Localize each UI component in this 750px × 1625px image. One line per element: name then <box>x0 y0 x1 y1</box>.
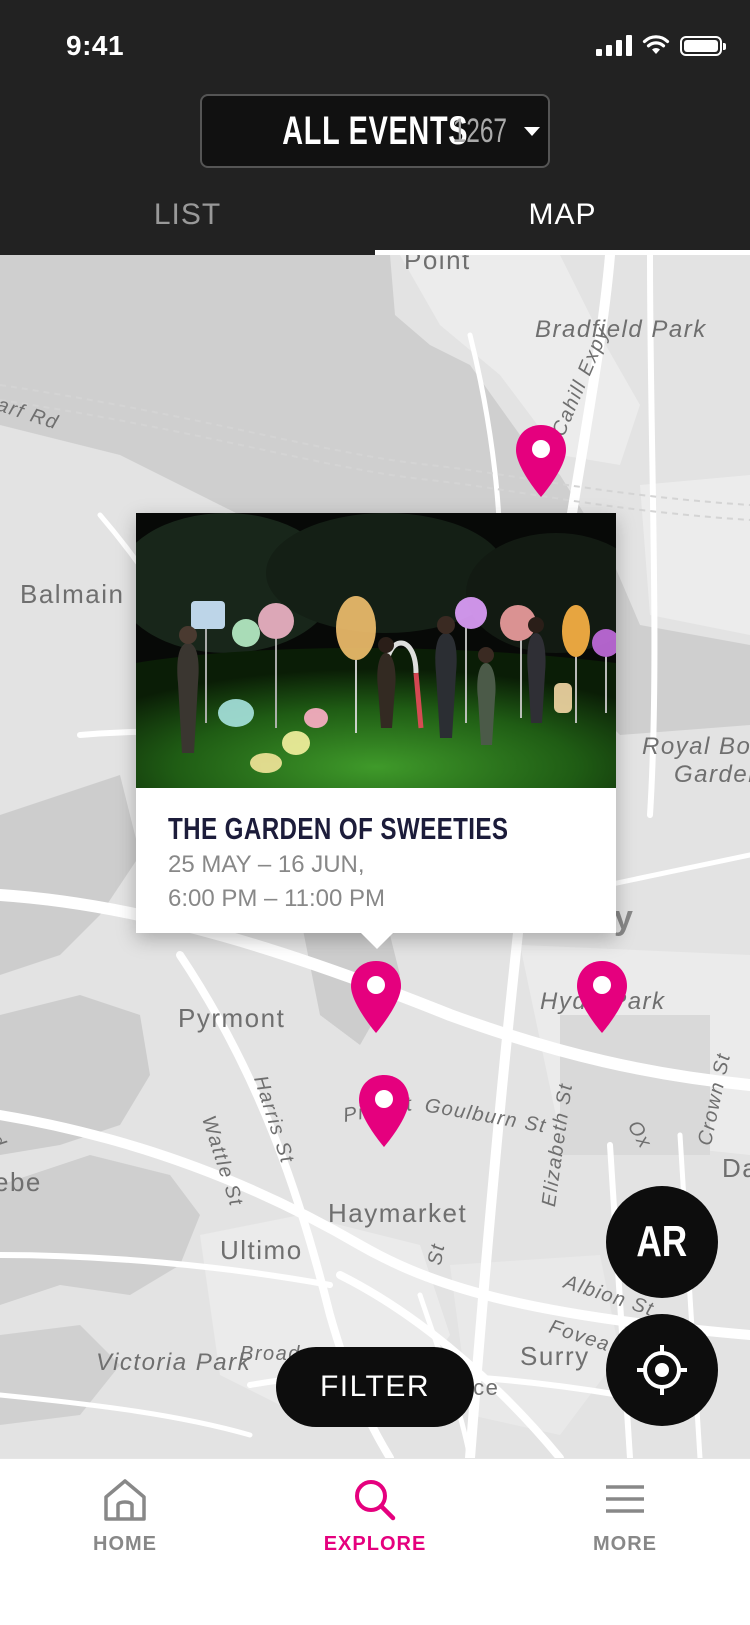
nav-home[interactable]: HOME <box>0 1459 250 1625</box>
view-tabs: LIST MAP <box>0 190 750 255</box>
event-pin[interactable] <box>575 959 629 1035</box>
event-category-label: ALL EVENTS <box>282 108 469 153</box>
map-label-victoria-park: Victoria Park <box>96 1349 252 1376</box>
map-label-royal-botanic: Royal Bo <box>642 733 750 760</box>
event-title: THE GARDEN OF SWEETIES <box>168 811 509 846</box>
event-image <box>136 513 616 788</box>
map-label-balmain: Balmain <box>20 579 125 609</box>
ar-button[interactable]: AR <box>606 1186 718 1298</box>
nav-home-label: HOME <box>93 1533 157 1555</box>
map-label-pyrmont: Pyrmont <box>178 1003 286 1033</box>
ar-button-label: AR <box>636 1217 688 1266</box>
app-header: 9:41 ALL EVENTS 1267 LIST MAP <box>0 0 750 255</box>
chevron-down-icon <box>523 126 540 136</box>
tab-list[interactable]: LIST <box>0 190 375 255</box>
event-pin[interactable] <box>357 1073 411 1149</box>
map-label-darlinghurst: Da <box>722 1153 750 1183</box>
event-count: 1267 <box>452 111 508 150</box>
map-label-surry-hills: Surry <box>520 1341 590 1371</box>
map-label-st: St <box>424 1241 450 1267</box>
map-label-point: Point <box>404 255 471 275</box>
bottom-navigation: HOME EXPLORE MORE <box>0 1458 750 1625</box>
event-preview-card[interactable]: THE GARDEN OF SWEETIES 25 MAY – 16 JUN, … <box>136 513 616 949</box>
battery-icon <box>680 36 726 56</box>
map-label-haymarket: Haymarket <box>328 1198 468 1228</box>
event-date-range: 25 MAY – 16 JUN, <box>168 851 365 878</box>
wifi-icon <box>642 35 670 54</box>
status-icons <box>596 34 726 56</box>
nav-explore-label: EXPLORE <box>323 1533 427 1555</box>
event-pin-selected[interactable] <box>349 959 403 1035</box>
map-label-city: y <box>614 899 635 937</box>
cellular-signal-icon <box>596 34 632 56</box>
nav-more-label: MORE <box>593 1533 657 1555</box>
event-category-dropdown[interactable]: ALL EVENTS 1267 <box>200 94 550 168</box>
home-icon <box>104 1479 146 1521</box>
filter-button[interactable]: FILTER <box>276 1347 474 1427</box>
my-location-button[interactable] <box>606 1314 718 1426</box>
map-label-glebe: ebe <box>0 1167 42 1197</box>
status-time: 9:41 <box>66 30 125 61</box>
search-icon <box>355 1480 396 1521</box>
map-label-ultimo: Ultimo <box>220 1235 303 1265</box>
event-pin[interactable] <box>514 423 568 499</box>
event-dates: 25 MAY – 16 JUN, 6:00 PM – 11:00 PM <box>168 848 385 916</box>
event-time-range: 6:00 PM – 11:00 PM <box>168 885 386 912</box>
nav-explore[interactable]: EXPLORE <box>250 1459 500 1625</box>
map-label-garden: Garden <box>674 761 750 788</box>
tab-map[interactable]: MAP <box>375 190 750 255</box>
card-pointer <box>360 932 394 949</box>
crosshair-icon <box>637 1345 687 1395</box>
map-label-bradfield-park: Bradfield Park <box>535 316 707 343</box>
menu-icon <box>606 1485 644 1513</box>
nav-more[interactable]: MORE <box>500 1459 750 1625</box>
